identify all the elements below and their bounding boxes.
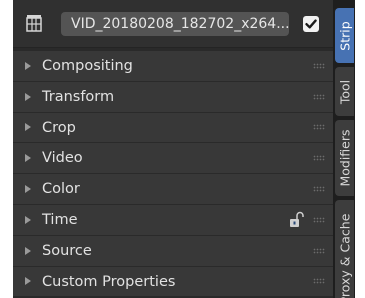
tab-label: Proxy & Cache [337,213,352,298]
strip-header: VID_20180208_182702_x264... [13,0,333,48]
drag-handle-icon[interactable] [313,93,325,100]
expand-arrow-icon [25,277,31,286]
tab-strip[interactable]: Strip [335,8,354,63]
mute-checkbox[interactable] [303,16,319,32]
panel-color[interactable]: Color [13,174,333,205]
tab-label: Tool [337,79,352,104]
expand-arrow-icon [25,61,31,70]
panel-label: Time [42,211,78,228]
drag-handle-icon[interactable] [313,278,325,285]
drag-handle-icon[interactable] [313,124,325,131]
expand-arrow-icon [25,246,31,255]
tab-proxy-cache[interactable]: Proxy & Cache [335,200,354,298]
drag-handle-icon[interactable] [313,155,325,162]
panel-transform[interactable]: Transform [13,81,333,113]
drag-handle-icon[interactable] [313,186,325,193]
film-strip-icon [25,13,43,33]
panel-crop[interactable]: Crop [13,112,333,144]
expand-arrow-icon [25,123,31,132]
panel-label: Custom Properties [42,273,176,290]
panel-label: Color [42,181,80,198]
drag-handle-icon[interactable] [313,62,325,69]
expand-arrow-icon [25,92,31,101]
panel-label: Video [42,150,83,167]
panel-label: Transform [42,88,115,105]
expand-arrow-icon [25,215,31,224]
panel-label: Source [42,242,92,259]
checkmark-icon [305,19,317,29]
tab-label: Strip [337,20,352,51]
tab-label: Modifiers [337,129,352,187]
panel-label: Compositing [42,58,133,74]
tab-tool[interactable]: Tool [335,67,354,116]
expand-arrow-icon [25,154,31,163]
drag-handle-icon[interactable] [313,216,325,223]
panel-compositing[interactable]: Compositing [13,51,333,82]
panel-source[interactable]: Source [13,235,333,267]
drag-handle-icon[interactable] [313,247,325,254]
tab-modifiers[interactable]: Modifiers [335,120,354,196]
expand-arrow-icon [25,185,31,194]
panel-time[interactable]: Time [13,204,333,236]
panel-video[interactable]: Video [13,143,333,175]
panel-list: Compositing Transform Crop Video Color T… [13,51,333,298]
sidebar-tabs: Strip Tool Modifiers Proxy & Cache [333,0,355,298]
strip-name-field[interactable]: VID_20180208_182702_x264... [61,12,289,36]
panel-label: Crop [42,119,76,136]
panel-custom-properties[interactable]: Custom Properties [13,266,333,298]
unlock-icon[interactable] [288,210,304,228]
properties-region: VID_20180208_182702_x264... Compositing … [13,0,333,298]
sequencer-sidebar: VID_20180208_182702_x264... Compositing … [0,0,365,298]
